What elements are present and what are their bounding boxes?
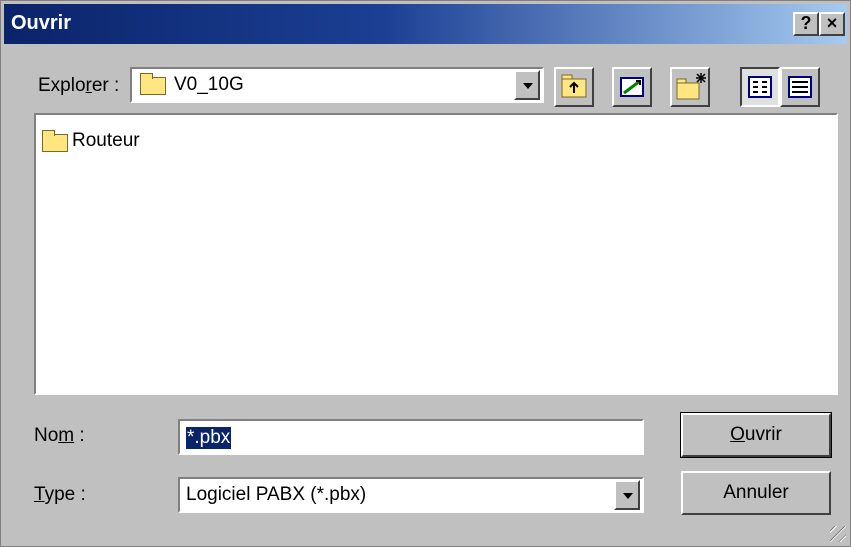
window-title: Ouvrir — [11, 12, 72, 34]
filetype-dropdown-button[interactable] — [614, 480, 640, 510]
title-bar[interactable]: Ouvrir ? × — [4, 4, 847, 44]
filename-value[interactable]: *.pbx — [186, 427, 232, 449]
filetype-label: Type : — [34, 484, 86, 505]
open-folder-icon — [140, 73, 166, 95]
list-view-button[interactable] — [740, 67, 780, 107]
filename-input[interactable]: *.pbx — [178, 419, 644, 455]
open-dialog: Ouvrir ? × Explorer : V0_10G Routeur Nom… — [0, 0, 851, 547]
up-one-level-button[interactable] — [554, 67, 594, 107]
filetype-value: Logiciel PABX (*.pbx) — [186, 484, 367, 505]
file-list[interactable]: Routeur — [34, 113, 838, 395]
filetype-combobox[interactable]: Logiciel PABX (*.pbx) — [178, 477, 644, 513]
location-combobox[interactable]: V0_10G — [130, 67, 544, 103]
current-folder: V0_10G — [174, 74, 244, 95]
location-label: Explorer : — [38, 75, 120, 96]
help-button[interactable]: ? — [793, 12, 819, 36]
desktop-button[interactable] — [612, 67, 652, 107]
folder-icon — [42, 130, 68, 152]
location-dropdown-button[interactable] — [514, 70, 540, 100]
open-button[interactable]: Ouvrir — [680, 412, 832, 458]
desktop-icon — [620, 77, 644, 97]
up-folder-icon — [561, 74, 587, 98]
resize-grip[interactable] — [830, 526, 846, 542]
close-button[interactable]: × — [819, 12, 845, 36]
list-view-icon — [748, 76, 772, 98]
filename-label: Nom : — [34, 425, 85, 446]
details-view-button[interactable] — [780, 67, 820, 107]
new-folder-button[interactable] — [670, 67, 710, 107]
details-view-icon — [788, 76, 812, 98]
new-folder-icon — [676, 73, 706, 100]
folder-name: Routeur — [72, 130, 140, 151]
cancel-button[interactable]: Annuler — [681, 471, 831, 515]
